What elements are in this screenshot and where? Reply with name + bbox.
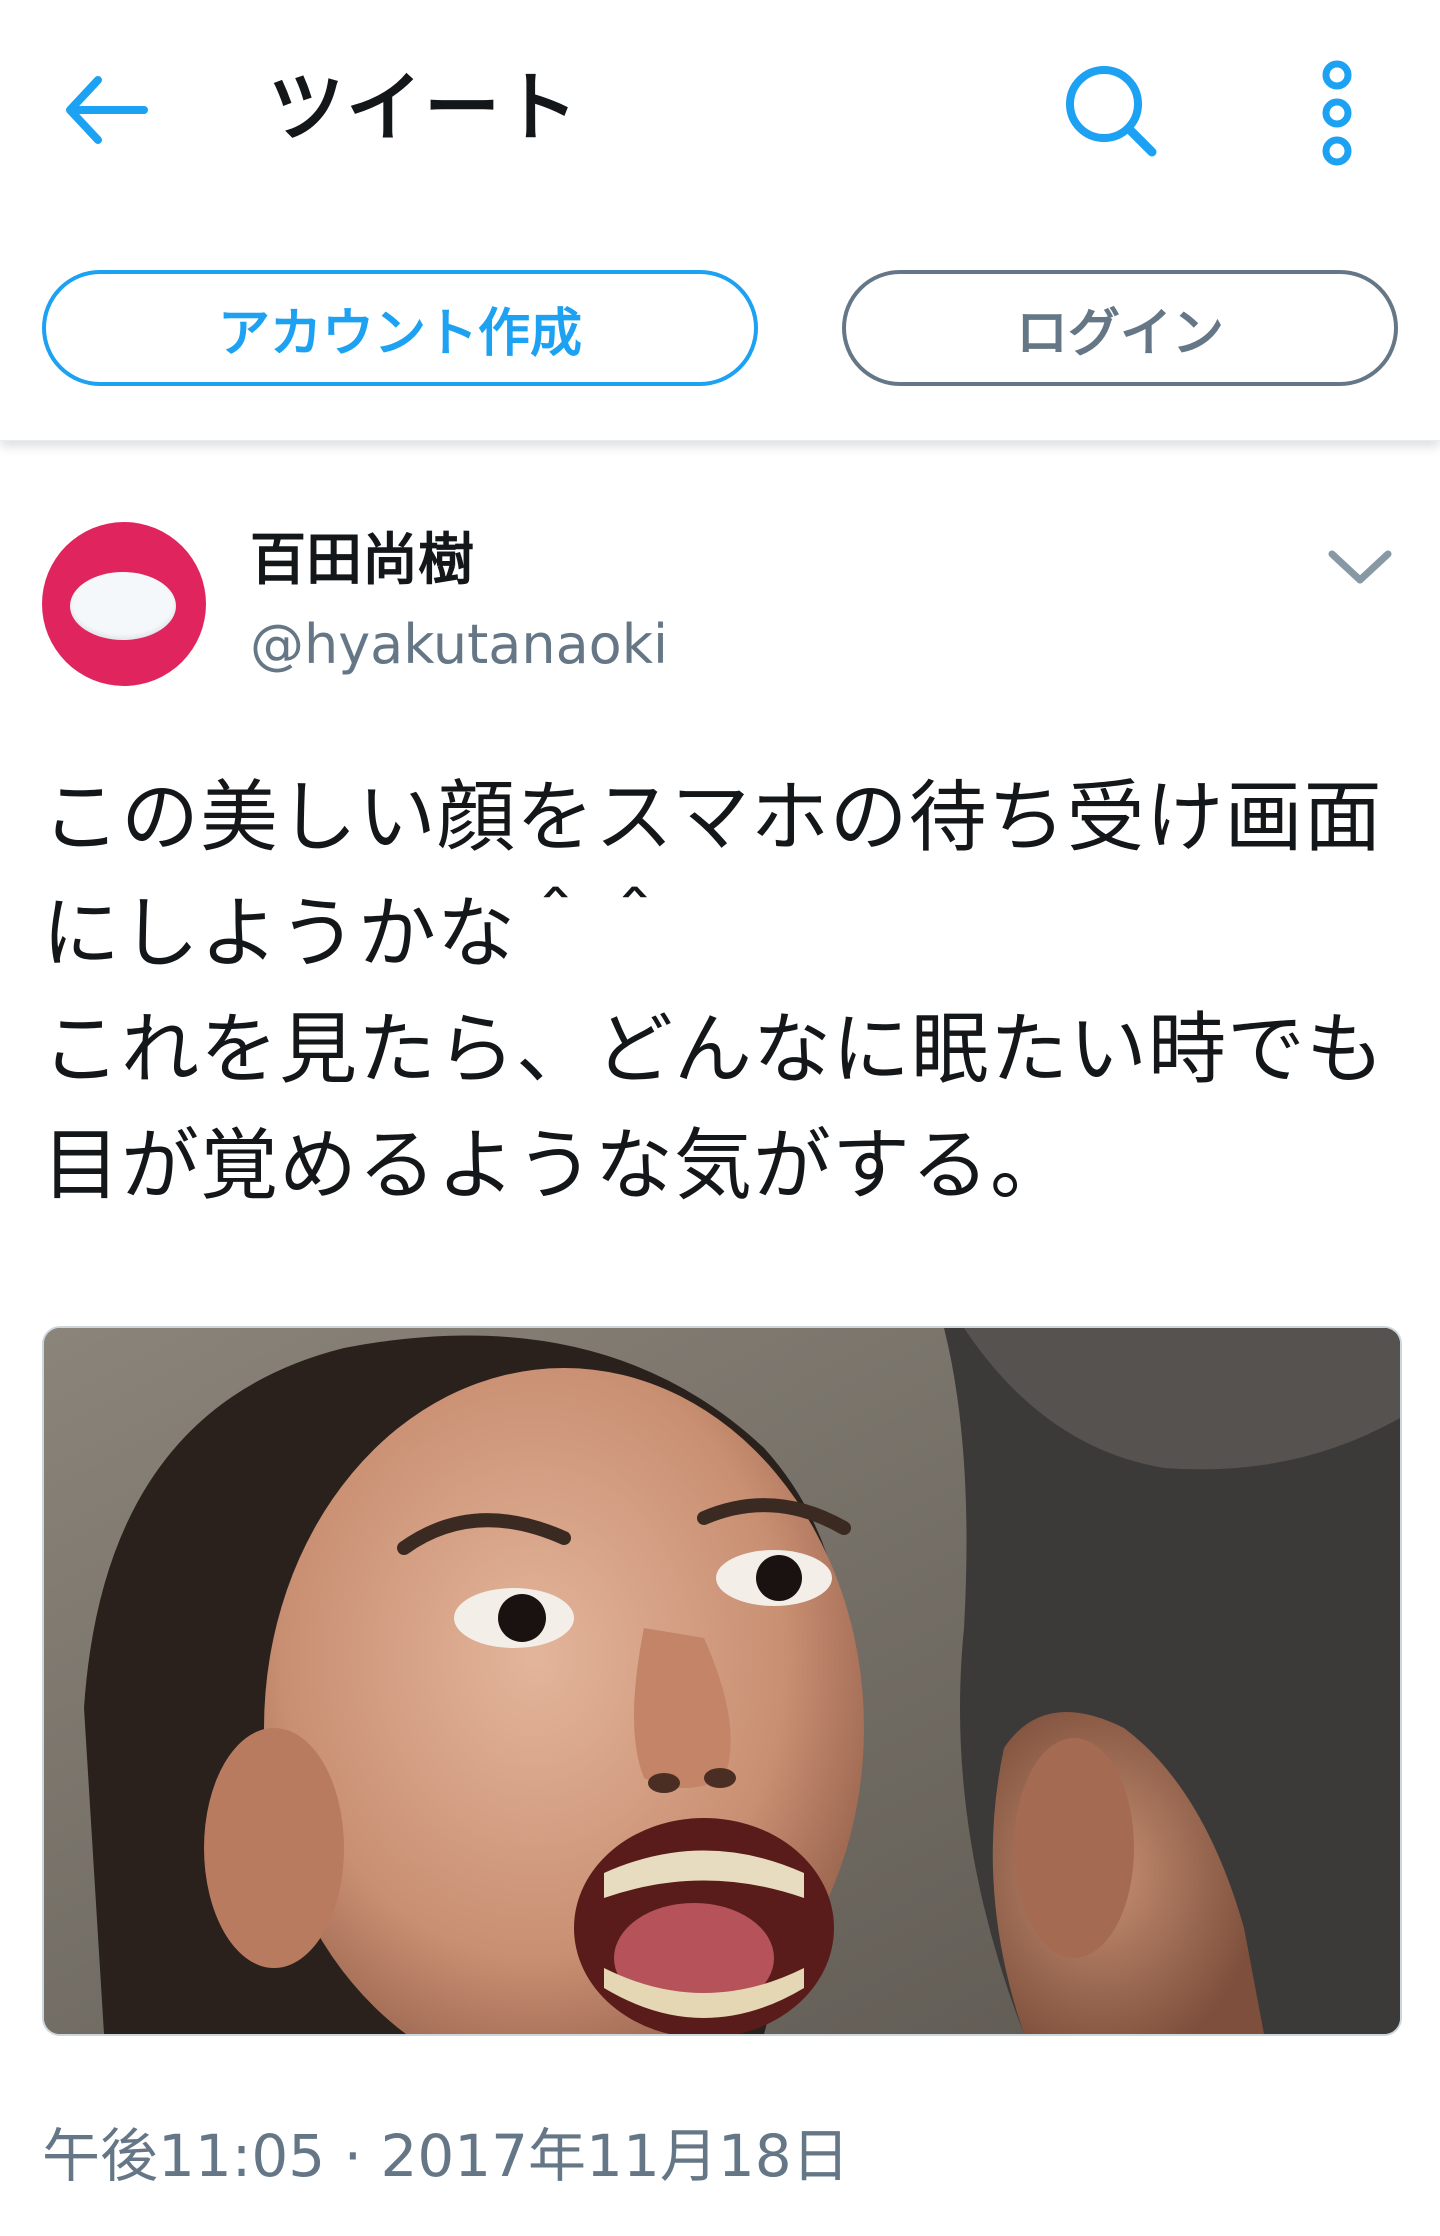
search-icon (1066, 66, 1157, 157)
back-button[interactable] (60, 70, 150, 150)
tweet-text-line: これを見たら、どんなに眠たい時でも (42, 1005, 1386, 1095)
photo-image (44, 1328, 1400, 2034)
page-title: ツイート (268, 63, 580, 152)
chevron-down-icon (1328, 550, 1392, 584)
author-name[interactable]: 百田尚樹 (250, 526, 474, 596)
tweet-photo[interactable] (42, 1326, 1402, 2036)
author-handle[interactable]: @hyakutanaoki (250, 612, 668, 678)
tweet-text-line: 目が覚めるような気がする。 (42, 1121, 1070, 1211)
tweet-text-line: にしようかな＾＾ (42, 889, 675, 979)
tweet-timestamp: 午後11:05 · 2017年11月18日 (42, 2122, 850, 2190)
tweet-text: この美しい顔をスマホの待ち受け画面 にしようかな＾＾ これを見たら、どんなに眠た… (42, 760, 1402, 1224)
avatar[interactable] (42, 522, 206, 686)
more-options-button[interactable] (1310, 58, 1364, 168)
more-vertical-icon (1322, 60, 1352, 166)
tweet-text-line: この美しい顔をスマホの待ち受け画面 (42, 773, 1383, 863)
tweet-page: ツイート アカウント作成 ログイン 百田尚樹 @hyakutanaoki この美… (0, 0, 1440, 2236)
search-button[interactable] (1060, 60, 1160, 160)
arrow-left-icon (66, 76, 148, 144)
avatar-shape (70, 572, 176, 640)
tweet-menu-button[interactable] (1320, 532, 1400, 602)
top-app-bar: ツイート アカウント作成 ログイン (0, 0, 1440, 441)
login-button[interactable]: ログイン (842, 270, 1398, 386)
create-account-button[interactable]: アカウント作成 (42, 270, 758, 386)
